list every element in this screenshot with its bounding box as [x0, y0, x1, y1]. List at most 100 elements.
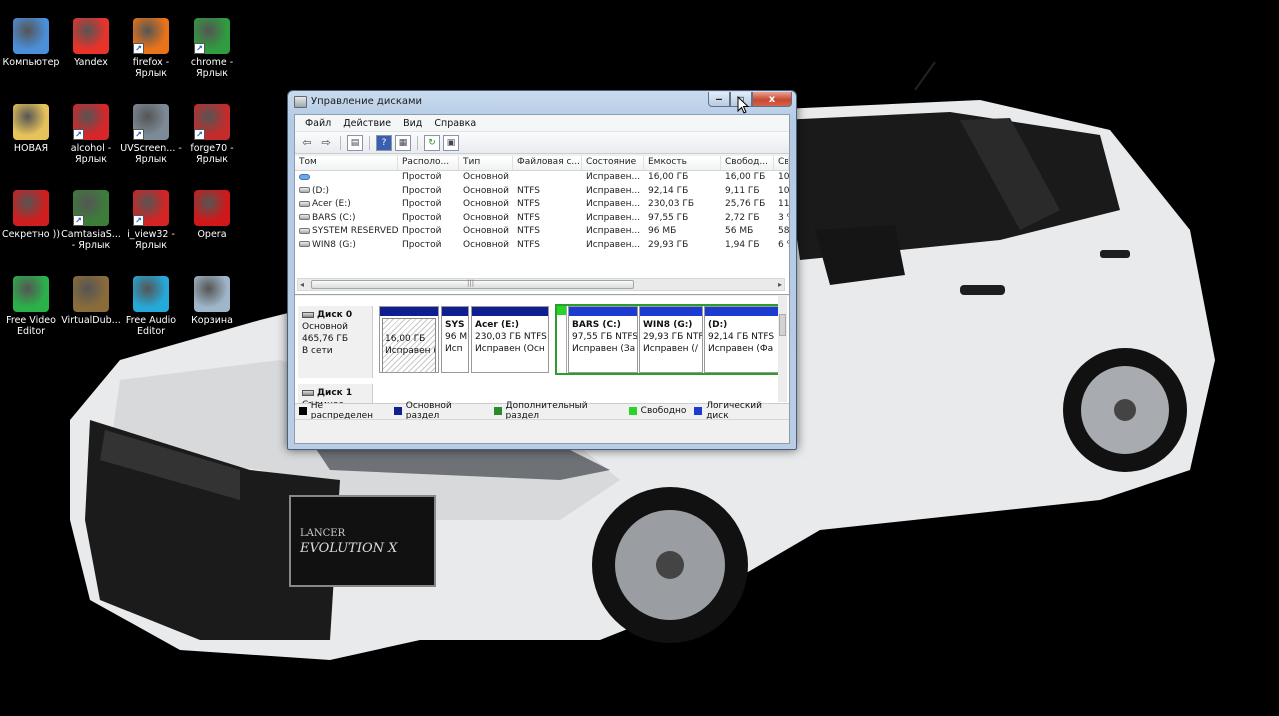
desktop-icon-video-editor[interactable]: Free Video Editor	[0, 276, 62, 337]
table-cell: Основной	[463, 185, 509, 196]
removable-disk-icon	[302, 389, 314, 396]
table-row[interactable]: Acer (E:) Простой Основной NTFS Исправен... 2…	[295, 198, 789, 212]
table-row[interactable]: Простой Основной Исправен... 16,00 ГБ 16,00 …	[295, 171, 789, 185]
volume-icon	[299, 187, 310, 193]
minimize-icon: ‒	[715, 94, 723, 105]
desktop-icon-camtasia[interactable]: ↗ CamtasiaS... - Ярлык	[60, 190, 122, 251]
column-header-free[interactable]: Свобод...	[721, 156, 774, 170]
refresh-icon[interactable]: ↻	[424, 134, 440, 151]
menu-view[interactable]: Вид	[397, 118, 428, 129]
table-cell: 230,03 ГБ	[648, 199, 695, 209]
disk0-size: 465,76 ГБ	[302, 334, 349, 344]
volume-icon	[299, 214, 310, 220]
disk0-status: В сети	[302, 346, 333, 356]
desktop-icon-firefox[interactable]: ↗ firefox - Ярлык	[120, 18, 182, 79]
close-button[interactable]: x	[752, 92, 792, 107]
column-header-layout[interactable]: Располо...	[398, 156, 459, 170]
horizontal-scrollbar[interactable]: ◂ ||| ▸	[297, 278, 785, 291]
table-cell: 11	[778, 199, 789, 209]
properties-icon[interactable]: ▤	[347, 134, 363, 151]
desktop-icon-audio-editor[interactable]: Free Audio Editor	[120, 276, 182, 337]
computer-icon	[13, 18, 49, 54]
scrollbar-thumb[interactable]	[779, 314, 786, 336]
partition-bars-c[interactable]: BARS (C:) 97,55 ГБ NTFS Исправен (За	[568, 306, 638, 373]
legend-label: Логический диск	[706, 401, 762, 421]
free-space-strip[interactable]	[557, 306, 567, 373]
hard-disk-icon	[302, 311, 314, 318]
column-header-type[interactable]: Тип	[459, 156, 513, 170]
desktop-icon-computer[interactable]: Компьютер	[0, 18, 62, 68]
vertical-scrollbar[interactable]	[778, 296, 787, 402]
scroll-left-icon[interactable]: ◂	[300, 279, 304, 290]
uvscreen-icon: ↗	[133, 104, 169, 140]
desktop-icon-alcohol[interactable]: ↗ alcohol - Ярлык	[60, 104, 122, 165]
disk-graphical-view: Диск 0 Основной 465,76 ГБ В сети 16,00 Г…	[295, 296, 789, 403]
table-row[interactable]: BARS (C:) Простой Основной NTFS Исправен... 9…	[295, 212, 789, 226]
column-header-capacity[interactable]: Емкость	[644, 156, 721, 170]
desktop-icon-yandex[interactable]: Yandex	[60, 18, 122, 68]
shortcut-arrow-icon: ↗	[133, 215, 144, 226]
volume-name: WIN8 (G:)	[312, 239, 356, 250]
virtualdub-icon	[73, 276, 109, 312]
column-header-volume[interactable]: Том	[295, 156, 398, 170]
desktop-icon-recycle-bin[interactable]: Корзина	[181, 276, 243, 326]
desktop-icon-opera[interactable]: Opera	[181, 190, 243, 240]
desktop-icon-chrome[interactable]: ↗ chrome - Ярлык	[181, 18, 243, 79]
desktop-icon-label: CamtasiaS... - Ярлык	[61, 229, 121, 251]
table-cell: 1,94 ГБ	[725, 239, 760, 250]
title-bar[interactable]: Управление дисками ‒ ▫ x	[288, 91, 796, 113]
rescan-icon[interactable]: ▣	[443, 134, 459, 151]
partition-size: 230,03 ГБ NTFS	[475, 332, 547, 342]
partition-bar-primary	[380, 307, 438, 316]
desktop-icon-virtualdub[interactable]: VirtualDub...	[60, 276, 122, 326]
scroll-right-icon[interactable]: ▸	[778, 279, 782, 290]
table-cell: NTFS	[517, 212, 540, 223]
scrollbar-thumb[interactable]: |||	[311, 279, 634, 289]
table-cell: 58	[778, 226, 789, 236]
table-cell: Основной	[463, 239, 509, 250]
scroll-grip: |||	[467, 279, 475, 287]
table-cell: Основной	[463, 212, 509, 223]
partition-unnamed[interactable]: 16,00 ГБ Исправен (	[379, 306, 439, 373]
menu-file[interactable]: Файл	[299, 118, 337, 129]
desktop-icon-label: Free Audio Editor	[125, 315, 177, 337]
legend-label: Дополнительный раздел	[505, 401, 588, 421]
partition-system-reserved[interactable]: SYS 96 М Исп	[441, 306, 469, 373]
table-cell: Основной	[463, 172, 509, 182]
desktop-icon-label: i_view32 - Ярлык	[127, 229, 175, 251]
table-row[interactable]: WIN8 (G:) Простой Основной NTFS Исправен... 2…	[295, 239, 789, 253]
menu-help[interactable]: Справка	[428, 118, 482, 129]
help-icon[interactable]: ?	[376, 134, 392, 151]
desktop-icon-folder[interactable]: НОВАЯ	[0, 104, 62, 154]
desktop-icon-uvscreen[interactable]: ↗ UVScreen... - Ярлык	[120, 104, 182, 165]
table-cell: NTFS	[517, 239, 540, 250]
legend-label: Основной раздел	[405, 401, 452, 421]
forward-arrow-icon[interactable]: ⇨	[318, 135, 334, 151]
back-arrow-icon[interactable]: ⇦	[299, 135, 315, 151]
partition-name: (D:)	[708, 320, 728, 330]
desktop-icon-forge[interactable]: ↗ forge70 - Ярлык	[181, 104, 243, 165]
alcohol-icon: ↗	[73, 104, 109, 140]
partition-win8-g[interactable]: WIN8 (G:) 29,93 ГБ NTF Исправен (/	[639, 306, 703, 373]
disk0-label[interactable]: Диск 0 Основной 465,76 ГБ В сети	[298, 306, 373, 378]
column-header-filesystem[interactable]: Файловая с...	[513, 156, 582, 170]
table-cell: Исправен...	[586, 199, 641, 209]
table-cell: NTFS	[517, 226, 540, 236]
table-cell: 29,93 ГБ	[648, 239, 689, 250]
list-view-icon[interactable]: ▦	[395, 134, 411, 151]
partition-name: SYS	[445, 320, 465, 330]
menu-action[interactable]: Действие	[337, 118, 397, 129]
minimize-button[interactable]: ‒	[708, 92, 730, 107]
desktop-icon-irfanview[interactable]: ↗ i_view32 - Ярлык	[120, 190, 182, 251]
column-header-free-percent[interactable]: Сво	[774, 156, 789, 170]
partition-name: Acer (E:)	[475, 320, 519, 330]
table-row[interactable]: (D:) Простой Основной NTFS Исправен... 92,14 …	[295, 185, 789, 199]
toolbar-separator	[340, 135, 341, 150]
partition-d[interactable]: (D:) 92,14 ГБ NTFS Исправен (Фа	[704, 306, 779, 373]
desktop-icon-x[interactable]: Секретно ))	[0, 190, 62, 240]
partition-acer-e[interactable]: Acer (E:) 230,03 ГБ NTFS Исправен (Осн	[471, 306, 549, 373]
table-cell: 97,55 ГБ	[648, 212, 689, 223]
desktop-icon-label: VirtualDub...	[61, 315, 121, 326]
column-header-status[interactable]: Состояние	[582, 156, 644, 170]
table-row[interactable]: SYSTEM RESERVED Простой Основной NTFS Исправ…	[295, 225, 789, 239]
